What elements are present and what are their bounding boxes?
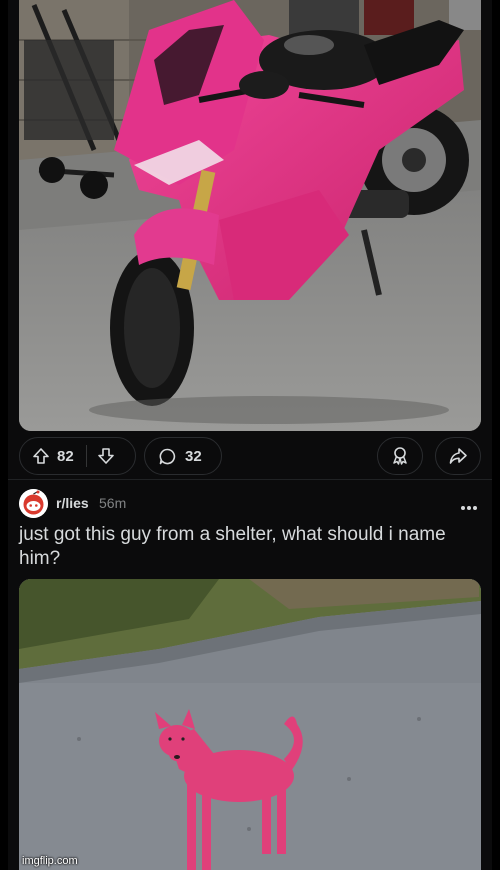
post-image-dog[interactable]: imgflip.com	[19, 579, 481, 870]
post-action-bar: 82 32	[19, 437, 481, 475]
post-image-motorcycle[interactable]	[19, 0, 481, 431]
post-title[interactable]: just got this guy from a shelter, what s…	[19, 523, 479, 571]
more-options-icon[interactable]	[460, 498, 478, 516]
comment-button[interactable]: 32	[144, 437, 222, 475]
screen-edge-left	[0, 0, 8, 870]
upvote-icon[interactable]	[32, 447, 50, 465]
feed: 82 32 r/lies 56m just got this guy from …	[0, 0, 500, 870]
upvote-count: 82	[57, 447, 74, 465]
post-time: 56m	[99, 495, 127, 511]
vote-separator	[85, 445, 87, 467]
screen-edge-right	[492, 0, 500, 870]
share-icon	[448, 446, 468, 466]
vote-pill: 82	[19, 437, 136, 475]
comment-count: 32	[185, 447, 202, 465]
subreddit-avatar-icon[interactable]	[19, 489, 48, 518]
award-icon	[390, 446, 410, 466]
comment-icon	[158, 447, 177, 466]
subreddit-name[interactable]: r/lies	[56, 495, 89, 511]
award-button[interactable]	[377, 437, 423, 475]
watermark: imgflip.com	[22, 855, 78, 867]
post-divider	[8, 479, 492, 480]
downvote-icon[interactable]	[97, 447, 115, 465]
share-button[interactable]	[435, 437, 481, 475]
